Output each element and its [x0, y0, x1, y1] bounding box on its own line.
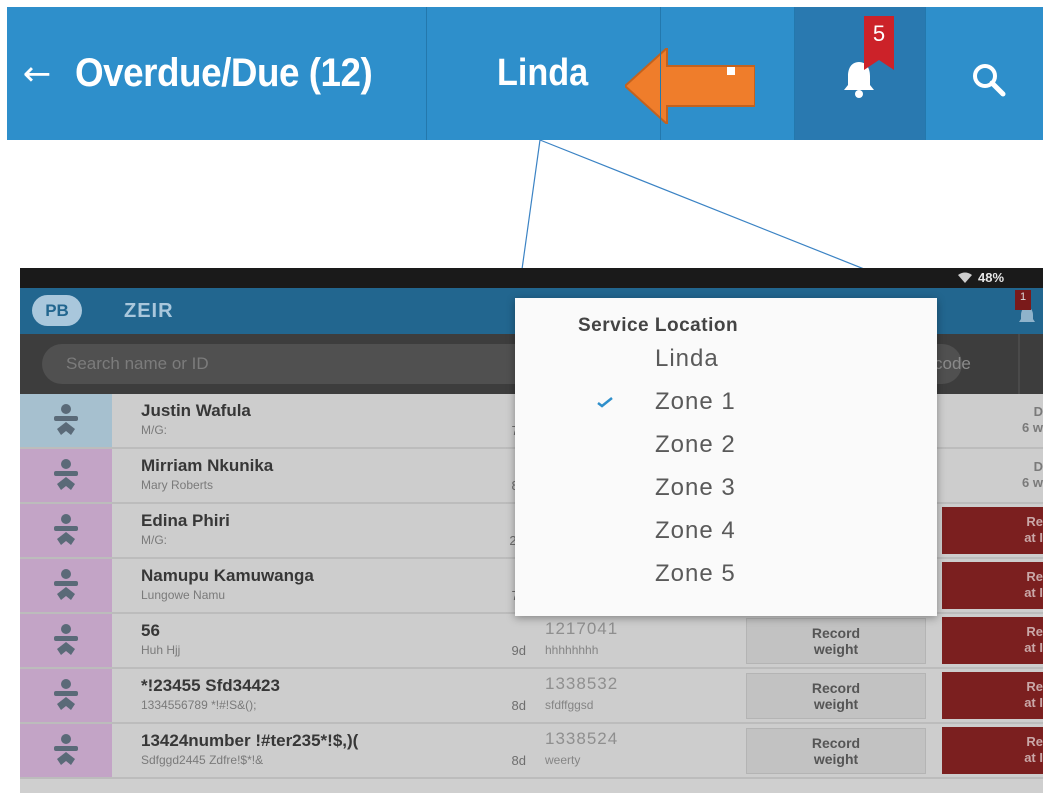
location-option[interactable]: Zone 5 — [515, 556, 937, 599]
child-avatar — [20, 614, 112, 667]
location-option[interactable]: Zone 4 — [515, 513, 937, 556]
vaccine-due-label: Re at I — [1024, 734, 1043, 765]
location-option[interactable]: Zone 1 — [515, 384, 937, 427]
client-extra: hhhhhhhh — [545, 643, 599, 657]
location-option-label: Zone 1 — [655, 388, 736, 415]
mother-guardian: 1334556789 *!#!S&(); — [141, 698, 257, 712]
child-name: Mirriam Nkunika — [141, 456, 274, 475]
mother-guardian: Huh Hjj — [141, 643, 181, 657]
search-placeholder: Search name or ID — [66, 354, 209, 373]
record-weight-button[interactable]: Record weight — [746, 618, 926, 664]
location-option[interactable]: Zone 2 — [515, 427, 937, 470]
child-age: 8d — [511, 698, 526, 713]
child-avatar — [20, 449, 112, 502]
vaccine-due-button[interactable]: Re at I — [942, 727, 1043, 774]
vaccine-due-label: Re at I — [1024, 569, 1043, 600]
location-option-label: Linda — [655, 345, 719, 372]
child-avatar — [20, 394, 112, 447]
vaccine-due-button[interactable]: Re at I — [942, 672, 1043, 719]
mother-guardian: Lungowe Namu — [141, 588, 226, 602]
scan-code-label[interactable]: code — [934, 354, 971, 374]
vaccine-due-button[interactable]: Re at I — [942, 562, 1043, 609]
location-option[interactable]: Linda — [515, 341, 937, 384]
location-option-label: Zone 5 — [655, 560, 736, 587]
location-option-label: Zone 2 — [655, 431, 736, 458]
location-option-label: Zone 4 — [655, 517, 736, 544]
record-weight-label: Record weight — [811, 625, 861, 657]
vaccine-due-label: Re at I — [1024, 514, 1043, 545]
record-weight-label: Record weight — [811, 735, 861, 767]
child-age: 8d — [511, 753, 526, 768]
notification-badge: 1 — [1015, 290, 1031, 310]
client-row[interactable]: 13424number !#ter235*!$,)( Sdfggd2445 Zdf… — [20, 724, 1043, 779]
user-avatar[interactable]: PB — [32, 295, 82, 326]
child-avatar — [20, 504, 112, 557]
record-weight-label: Record weight — [811, 680, 861, 712]
child-name: 56 — [141, 621, 160, 640]
child-name: *!23455 Sfd34423 — [141, 676, 280, 695]
baby-icon — [54, 569, 78, 600]
mother-guardian: Mary Roberts — [141, 478, 214, 492]
divider — [1018, 334, 1020, 394]
status-bar: 48% — [20, 268, 1043, 288]
battery-level: 48% — [978, 270, 1005, 285]
child-name: Justin Wafula — [141, 401, 251, 420]
mother-guardian: M/G: — [141, 533, 167, 547]
child-age: 9d — [511, 643, 526, 658]
child-avatar — [20, 559, 112, 612]
client-row[interactable]: 56 Huh Hjj 9d 1217041 hhhhhhhh Record weight R… — [20, 614, 1043, 669]
location-option[interactable]: Zone 3 — [515, 470, 937, 513]
vaccine-due-button[interactable]: Re at I — [942, 617, 1043, 664]
app-title: ZEIR — [124, 300, 174, 322]
vaccine-due-button[interactable]: D 6 w — [942, 397, 1043, 444]
record-weight-button[interactable]: Record weight — [746, 673, 926, 719]
mother-guardian: Sdfggd2445 Zdfre!$*!& — [141, 753, 264, 767]
vaccine-due-label: D 6 w — [1022, 404, 1043, 435]
baby-icon — [54, 734, 78, 765]
child-avatar — [20, 669, 112, 722]
vaccine-due-button[interactable]: D 6 w — [942, 452, 1043, 499]
zeir-id: 1338524 — [545, 729, 619, 748]
client-extra: weerty — [545, 753, 581, 767]
baby-icon — [54, 404, 78, 435]
checkmark-icon — [597, 397, 613, 408]
zeir-id: 1217041 — [545, 619, 619, 638]
client-row[interactable]: *!23455 Sfd34423 1334556789 *!#!S&(); 8d 13… — [20, 669, 1043, 724]
baby-icon — [54, 514, 78, 545]
dialog-title: Service Location — [578, 315, 739, 336]
baby-icon — [54, 459, 78, 490]
baby-icon — [54, 624, 78, 655]
mother-guardian: M/G: — [141, 423, 167, 437]
zeir-id: 1338532 — [545, 674, 619, 693]
location-option-label: Zone 3 — [655, 474, 736, 501]
vaccine-due-button[interactable]: Re at I — [942, 507, 1043, 554]
record-weight-button[interactable]: Record weight — [746, 728, 926, 774]
client-extra: sfdffggsd — [545, 698, 594, 712]
child-name: 13424number !#ter235*!$,)( — [141, 731, 359, 750]
child-avatar — [20, 724, 112, 777]
child-name: Edina Phiri — [141, 511, 230, 530]
vaccine-due-label: Re at I — [1024, 624, 1043, 655]
child-name: Namupu Kamuwanga — [141, 566, 314, 585]
wifi-icon — [958, 272, 972, 283]
baby-icon — [54, 679, 78, 710]
vaccine-due-label: D 6 w — [1022, 459, 1043, 490]
service-location-dialog: Service Location Linda Zone 1 Zone 2 Zone 3… — [515, 298, 937, 616]
vaccine-due-label: Re at I — [1024, 679, 1043, 710]
